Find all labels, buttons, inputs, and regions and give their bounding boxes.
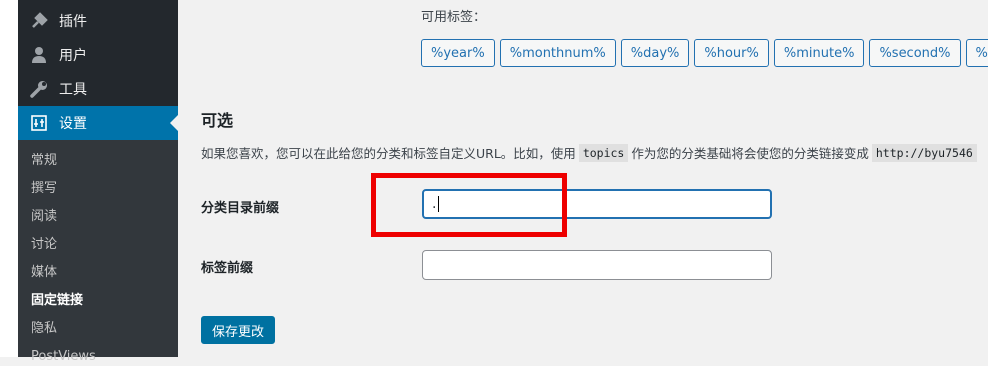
sidebar-item-label: 用户 — [59, 48, 87, 64]
tag-button-second[interactable]: %second% — [869, 39, 961, 67]
optional-section-title: 可选 — [201, 111, 234, 130]
description-text-after: 作为您的分类基础将会使您的分类链接变成 — [631, 146, 869, 161]
settings-icon — [29, 113, 49, 133]
user-icon — [29, 45, 49, 65]
tag-button-monthnum[interactable]: %monthnum% — [499, 39, 616, 67]
current-menu-arrow — [170, 115, 178, 131]
description-text-before: 如果您喜欢，您可以在此给您的分类和标签自定义URL。比如，使用 — [201, 146, 576, 161]
sidebar-item-users[interactable]: 用户 — [18, 38, 178, 72]
admin-sidebar: 插件 用户 工具 设置 常规 撰写 阅读 讨论 媒体 固定链接 隐私 PostV… — [18, 0, 178, 364]
tag-button-hour[interactable]: %hour% — [694, 39, 769, 67]
optional-description: 如果您喜欢，您可以在此给您的分类和标签自定义URL。比如，使用 topics 作… — [201, 143, 980, 162]
sidebar-item-label: 设置 — [59, 116, 87, 132]
main-content: 可用标签： %year% %monthnum% %day% %hour% %mi… — [178, 0, 988, 357]
red-highlight-box — [371, 173, 567, 237]
plugin-icon — [29, 11, 49, 31]
tag-base-input[interactable] — [422, 250, 772, 280]
submenu-item-writing[interactable]: 撰写 — [31, 180, 57, 198]
submenu-item-discussion[interactable]: 讨论 — [31, 236, 57, 254]
save-changes-button[interactable]: 保存更改 — [201, 316, 276, 344]
submenu-item-privacy[interactable]: 隐私 — [31, 320, 57, 338]
settings-submenu: 常规 撰写 阅读 讨论 媒体 固定链接 隐私 PostViews — [18, 140, 178, 364]
submenu-item-media[interactable]: 媒体 — [31, 264, 57, 282]
sidebar-item-tools[interactable]: 工具 — [18, 72, 178, 106]
sidebar-item-plugins[interactable]: 插件 — [18, 4, 178, 38]
category-base-label: 分类目录前缀 — [201, 201, 280, 216]
available-tags-label: 可用标签： — [421, 10, 487, 25]
submenu-item-postviews[interactable]: PostViews — [31, 348, 96, 366]
sidebar-item-label: 工具 — [59, 82, 87, 98]
sidebar-item-settings[interactable]: 设置 — [18, 106, 178, 140]
tag-base-label: 标签前缀 — [201, 261, 254, 276]
tag-button-partial[interactable]: %p — [965, 39, 988, 67]
tag-button-minute[interactable]: %minute% — [773, 39, 865, 67]
sidebar-item-label: 插件 — [59, 14, 87, 30]
tag-button-day[interactable]: %day% — [620, 39, 690, 67]
wrench-icon — [29, 79, 49, 99]
code-example: topics — [578, 143, 629, 162]
available-tags-row: %year% %monthnum% %day% %hour% %minute% … — [421, 39, 988, 67]
submenu-item-reading[interactable]: 阅读 — [31, 208, 57, 226]
tag-button-year[interactable]: %year% — [421, 39, 495, 67]
submenu-item-permalinks[interactable]: 固定链接 — [31, 292, 83, 310]
submenu-item-general[interactable]: 常规 — [31, 152, 57, 170]
left-edge-strip — [0, 0, 18, 357]
url-example: http://byu7546 — [871, 143, 977, 162]
